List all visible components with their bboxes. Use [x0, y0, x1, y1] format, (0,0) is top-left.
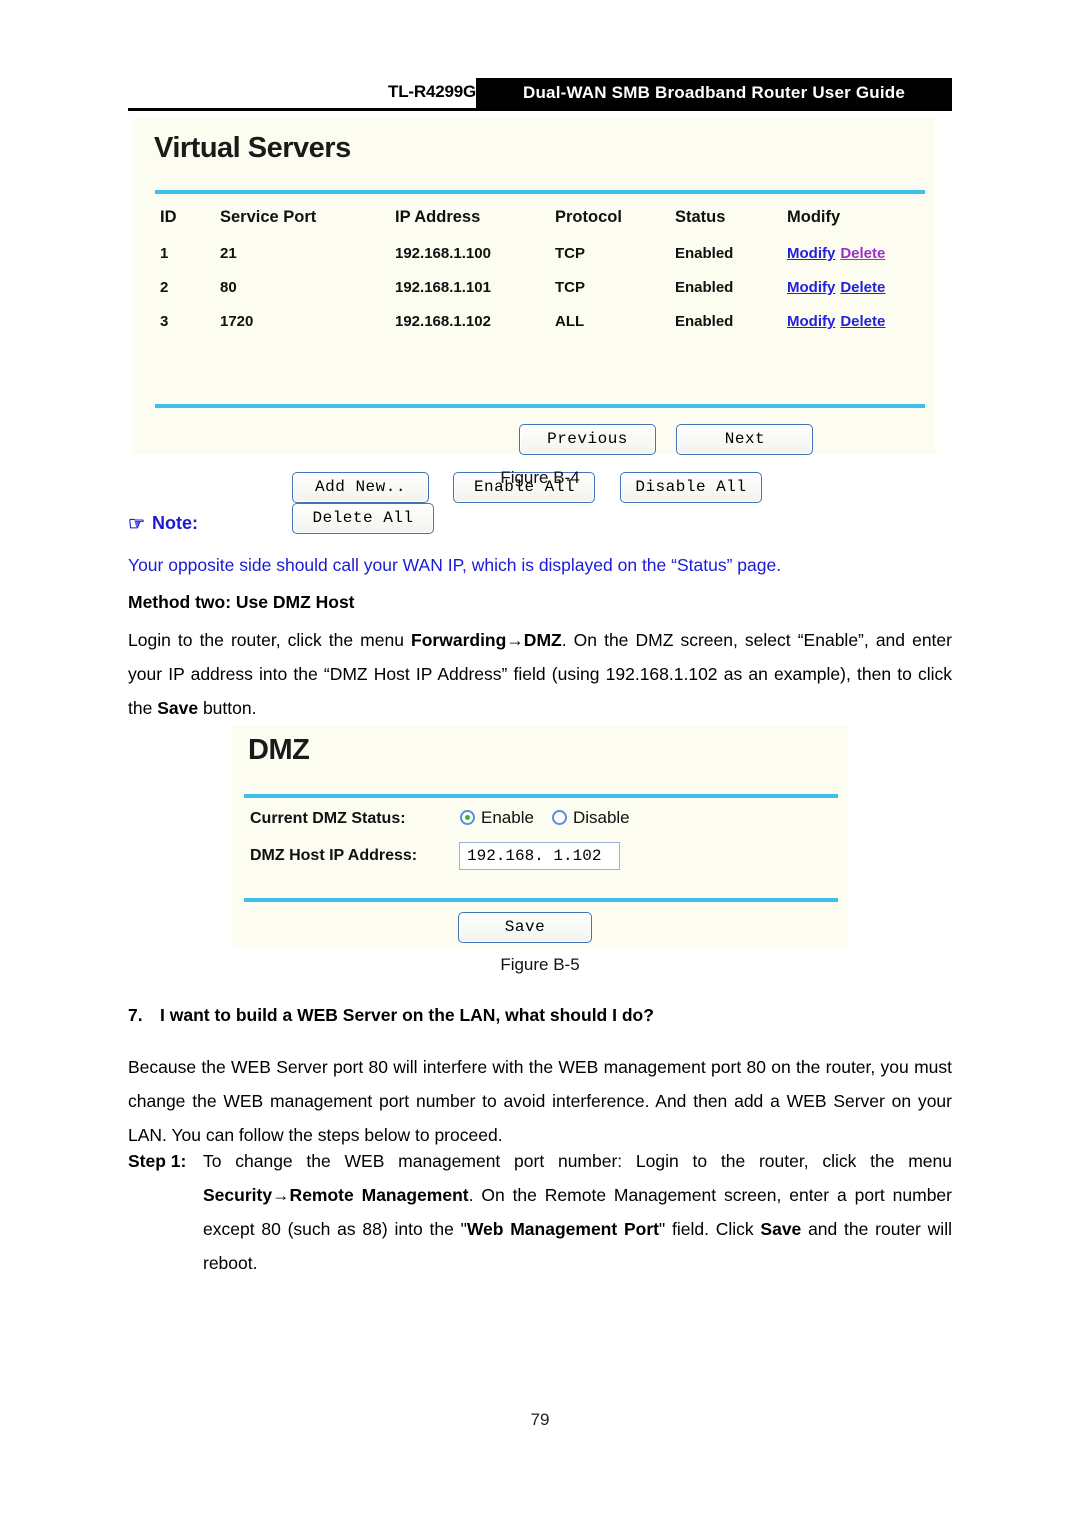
dmz-save-button-wrap: Save: [458, 912, 592, 943]
step-1-bold-security-remote-management: Security→Remote Management: [203, 1185, 469, 1205]
cell-modify: Modify Delete: [787, 307, 932, 341]
pagination-buttons: Previous Next: [519, 424, 814, 455]
cell-status: Enabled: [675, 313, 734, 330]
column-header-status: Status: [675, 208, 726, 226]
step-1-text-1: To change the WEB management port number…: [203, 1151, 952, 1171]
dmz-divider-top: [244, 794, 838, 798]
modify-link[interactable]: Modify: [787, 279, 835, 296]
column-header-id: ID: [160, 208, 177, 226]
cell-protocol: TCP: [555, 245, 585, 262]
cell-status: Enabled: [675, 245, 734, 262]
dmz-panel: DMZ Current DMZ Status: Enable Disable DM…: [232, 726, 848, 948]
running-header: TL-R4299G Dual-WAN SMB Broadband Router …: [128, 78, 952, 110]
modify-link[interactable]: Modify: [787, 313, 835, 330]
cell-modify: Modify Delete: [787, 239, 932, 273]
note-heading: ☞ Note:: [128, 512, 952, 535]
dmz-status-label: Current DMZ Status:: [250, 810, 406, 827]
page-number: 79: [530, 1410, 550, 1429]
cell-status: Enabled: [675, 279, 734, 296]
figure-b4-caption: Figure B-4: [500, 468, 580, 487]
previous-button[interactable]: Previous: [519, 424, 656, 455]
disable-radio[interactable]: [551, 810, 567, 825]
enable-radio-label: Enable: [481, 808, 534, 827]
cell-service-port: 21: [220, 245, 237, 262]
step-1-text: To change the WEB management port number…: [203, 1144, 952, 1280]
dmz-title: DMZ: [248, 734, 310, 766]
question-7-paragraph: Because the WEB Server port 80 will inte…: [128, 1057, 952, 1145]
dmz-divider-bottom: [244, 898, 838, 902]
method-two-text-3: button.: [198, 698, 257, 718]
virtual-servers-panel: Virtual Servers ID Service Port IP Addre…: [132, 118, 935, 534]
dmz-host-ip-label: DMZ Host IP Address:: [250, 847, 418, 864]
cell-protocol: ALL: [555, 313, 585, 330]
disable-radio-label: Disable: [572, 808, 630, 827]
method-two-bold-save: Save: [157, 698, 199, 718]
column-header-modify: Modify: [787, 208, 841, 226]
cell-ip-address: 192.168.1.100: [395, 245, 491, 262]
cell-service-port: 1720: [220, 313, 254, 330]
step-1-bold-save: Save: [760, 1219, 802, 1239]
column-header-ip-address: IP Address: [395, 208, 481, 226]
step-1-bold-web-management-port: Web Management Port: [466, 1219, 659, 1239]
pointing-hand-icon: ☞: [128, 514, 146, 535]
cell-ip-address: 192.168.1.101: [395, 279, 491, 296]
table-header-row: ID Service Port IP Address Protocol Stat…: [160, 204, 932, 239]
method-two-heading: Method two: Use DMZ Host: [128, 592, 355, 612]
header-model-name: TL-R4299G: [388, 82, 476, 101]
cell-id: 2: [160, 279, 169, 296]
column-header-service-port: Service Port: [220, 208, 317, 226]
dmz-host-ip-input[interactable]: 192.168. 1.102: [459, 842, 620, 870]
delete-link[interactable]: Delete: [840, 313, 885, 330]
step-1-block: Step 1: To change the WEB management por…: [128, 1144, 952, 1280]
table-row: 1 21 192.168.1.100 TCP Enabled Modify Del…: [160, 239, 932, 273]
panel-divider-bottom: [155, 404, 925, 408]
virtual-servers-title: Virtual Servers: [154, 132, 351, 164]
virtual-servers-table: ID Service Port IP Address Protocol Stat…: [160, 204, 932, 341]
step-1-label: Step 1:: [128, 1151, 187, 1171]
method-two-paragraph: Login to the router, click the menu Forw…: [128, 623, 952, 725]
column-header-protocol: Protocol: [555, 208, 622, 226]
step-1-text-3: " field. Click: [658, 1219, 761, 1239]
dmz-status-radio-group: Enable Disable: [460, 808, 648, 828]
note-text: Your opposite side should call your WAN …: [128, 555, 782, 575]
next-button[interactable]: Next: [676, 424, 814, 455]
figure-b5-caption: Figure B-5: [500, 955, 580, 974]
table-row: 2 80 192.168.1.101 TCP Enabled Modify Del…: [160, 273, 932, 307]
delete-link[interactable]: Delete: [840, 279, 885, 296]
panel-divider-top: [155, 190, 925, 194]
cell-protocol: TCP: [555, 279, 585, 296]
header-rule: [128, 108, 952, 111]
header-title-bar: Dual-WAN SMB Broadband Router User Guide: [476, 78, 952, 108]
method-two-text-1: Login to the router, click the menu: [128, 630, 412, 650]
cell-ip-address: 192.168.1.102: [395, 313, 491, 330]
question-7-number: 7.: [128, 1005, 143, 1025]
question-7-heading: 7. I want to build a WEB Server on the LA…: [128, 1005, 952, 1026]
cell-service-port: 80: [220, 279, 237, 296]
note-block: ☞ Note: Your opposite side should call yo…: [128, 512, 952, 576]
question-7-text: I want to build a WEB Server on the LAN,…: [160, 1005, 654, 1025]
method-two-bold-forwarding-dmz: Forwarding→DMZ: [411, 630, 562, 650]
cell-modify: Modify Delete: [787, 273, 932, 307]
cell-id: 3: [160, 313, 169, 330]
note-label: Note:: [152, 513, 199, 533]
save-button[interactable]: Save: [458, 912, 592, 943]
enable-radio[interactable]: [460, 810, 475, 825]
cell-id: 1: [160, 245, 169, 262]
table-row: 3 1720 192.168.1.102 ALL Enabled Modify D…: [160, 307, 932, 341]
delete-link[interactable]: Delete: [840, 245, 885, 262]
modify-link[interactable]: Modify: [787, 245, 835, 262]
